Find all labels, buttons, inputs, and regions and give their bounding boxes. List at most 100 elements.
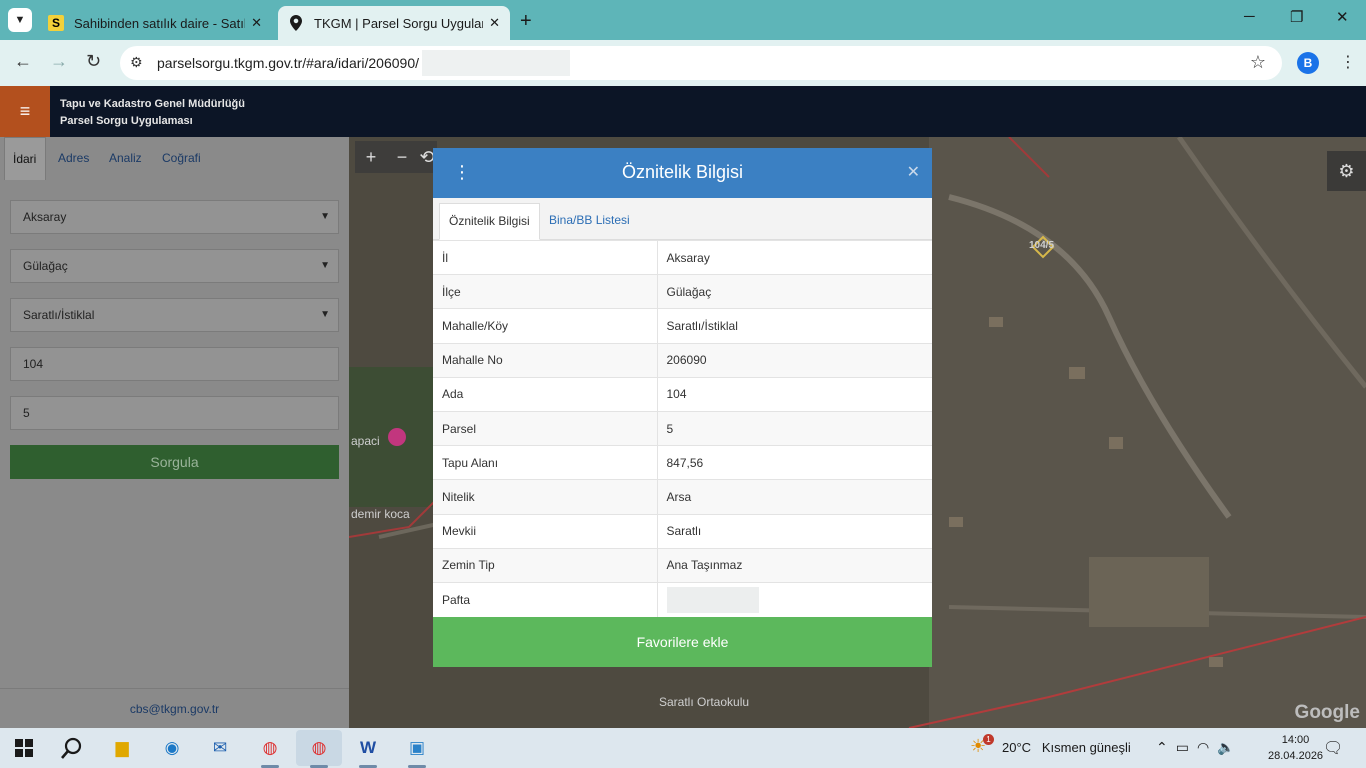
attribute-table: İl Aksaray İlçe Gülağaç Mahalle/Köy Saratlı…: [433, 239, 932, 617]
attr-value: Saratlı: [657, 513, 932, 549]
browser-tabbar: ▼ S Sahibinden satılık daire - Satılık ✕…: [0, 0, 1366, 40]
browser-menu-icon[interactable]: ⋮: [1340, 52, 1356, 72]
windows-start-icon[interactable]: [10, 734, 38, 762]
chevron-down-icon: ▼: [320, 211, 330, 222]
tab-bina-bb-listesi[interactable]: Bina/BB Listesi: [540, 203, 639, 240]
tab-search-button[interactable]: ▼: [8, 8, 32, 32]
attr-value: Aksaray: [657, 239, 932, 275]
ilce-value: Gülağaç: [23, 259, 68, 273]
location-pin-icon: [288, 15, 304, 31]
tab-oznitelik-bilgisi[interactable]: Öznitelik Bilgisi: [439, 203, 540, 240]
address-bar[interactable]: ⚙ parselsorgu.tkgm.gov.tr/#ara/idari/206…: [120, 46, 1282, 80]
zoom-out-button[interactable]: −: [386, 141, 418, 173]
gear-icon[interactable]: ⚙: [1327, 151, 1366, 191]
attr-value: Gülağaç: [657, 274, 932, 309]
outlook-icon[interactable]: ✉: [206, 734, 234, 762]
word-icon[interactable]: W: [354, 734, 382, 762]
back-arrow-icon[interactable]: ←: [14, 51, 32, 72]
place-label: apaci: [351, 434, 380, 448]
google-attribution: Google: [1294, 702, 1360, 723]
chevron-down-icon: ▼: [14, 14, 26, 26]
attr-key: Nitelik: [433, 479, 658, 514]
attr-key: Parsel: [433, 410, 658, 446]
weather-temp: 20°C: [1002, 740, 1032, 755]
attr-value: Ana Taşınmaz: [657, 547, 932, 583]
window-close-icon[interactable]: ✕: [1336, 8, 1349, 26]
bookmark-star-icon[interactable]: ☆: [1250, 52, 1266, 73]
organization-title: Tapu ve Kadastro Genel Müdürlüğü Parsel …: [60, 96, 245, 130]
attribute-dialog: ⋮ Öznitelik Bilgisi ✕ Öznitelik Bilgisi …: [433, 148, 932, 667]
sorgula-button[interactable]: Sorgula: [10, 445, 339, 479]
table-row: İl Aksaray: [433, 239, 932, 275]
photos-icon[interactable]: ▣: [403, 734, 431, 762]
tab-analiz[interactable]: Analiz: [105, 137, 146, 180]
wifi-icon[interactable]: ◠: [1197, 739, 1217, 755]
tab-adres[interactable]: Adres: [54, 137, 93, 180]
chevron-up-icon[interactable]: ⌃: [1156, 739, 1176, 755]
notification-icon[interactable]: 🗨: [1323, 738, 1343, 758]
tab-idari[interactable]: İdari: [4, 137, 46, 180]
browser-tab-sahibinden[interactable]: S Sahibinden satılık daire - Satılık ✕: [38, 6, 272, 40]
volume-icon[interactable]: 🔈: [1217, 739, 1242, 755]
contact-email-link[interactable]: cbs@tkgm.gov.tr: [0, 688, 349, 728]
tab-title: TKGM | Parsel Sorgu Uygulaması: [314, 15, 483, 31]
table-row: Mevkii Saratlı: [433, 513, 932, 549]
close-icon[interactable]: ✕: [907, 162, 920, 182]
attr-key: İl: [433, 239, 658, 275]
browser-tab-tkgm[interactable]: TKGM | Parsel Sorgu Uygulaması ✕: [278, 6, 510, 40]
file-explorer-icon[interactable]: ▆: [108, 734, 136, 762]
battery-icon[interactable]: ▭: [1176, 739, 1197, 755]
attr-key: Pafta: [433, 581, 658, 617]
chevron-down-icon: ▼: [320, 260, 330, 271]
query-tabs: İdari Adres Analiz Coğrafi: [0, 137, 349, 180]
attr-value: 104: [657, 376, 932, 412]
parsel-input[interactable]: 5: [10, 396, 339, 430]
dialog-tabs: Öznitelik Bilgisi Bina/BB Listesi: [433, 198, 932, 240]
attr-value: 206090: [657, 342, 932, 378]
hamburger-menu-icon[interactable]: ≡: [0, 86, 50, 137]
school-label: Saratlı Ortaokulu: [659, 695, 750, 709]
site-settings-icon[interactable]: ⚙: [130, 54, 143, 71]
reload-icon[interactable]: ↻: [86, 51, 101, 72]
attr-key: Zemin Tip: [433, 547, 658, 583]
edge-icon[interactable]: ◉: [158, 734, 186, 762]
add-to-favorites-button[interactable]: Favorilere ekle: [433, 617, 932, 667]
attr-key: Ada: [433, 376, 658, 412]
restore-icon[interactable]: ❐: [1290, 8, 1303, 26]
il-select[interactable]: Aksaray ▼: [10, 200, 339, 234]
zoom-in-button[interactable]: +: [355, 141, 387, 173]
mahalle-select[interactable]: Saratlı/İstiklal ▼: [10, 298, 339, 332]
attr-key: Mevkii: [433, 513, 658, 549]
clock-time: 14:00: [1281, 734, 1310, 746]
ada-input[interactable]: 104: [10, 347, 339, 381]
chevron-down-icon: ▼: [320, 309, 330, 320]
pafta-redaction: [666, 586, 759, 613]
attr-value: 847,56: [657, 445, 932, 480]
close-icon[interactable]: ✕: [251, 15, 262, 31]
minimize-icon[interactable]: ─: [1244, 8, 1255, 25]
weather-widget[interactable]: 20°C Kısmen güneşli: [1002, 740, 1131, 755]
url-text[interactable]: parselsorgu.tkgm.gov.tr/#ara/idari/20609…: [157, 55, 419, 71]
ada-value: 104: [23, 357, 44, 371]
table-row: Parsel 5: [433, 410, 932, 446]
chrome-icon[interactable]: ◍: [256, 734, 284, 762]
tab-cografi[interactable]: Coğrafi: [158, 137, 205, 180]
ilce-select[interactable]: Gülağaç ▼: [10, 249, 339, 283]
system-tray[interactable]: ⌃▭◠🔈: [1156, 739, 1243, 756]
search-icon[interactable]: [58, 734, 86, 762]
new-tab-button[interactable]: +: [520, 10, 532, 33]
org-name: Tapu ve Kadastro Genel Müdürlüğü: [60, 98, 245, 110]
sahibinden-favicon: S: [48, 15, 64, 31]
attr-value: 5: [657, 410, 932, 446]
app-header: ≡ Tapu ve Kadastro Genel Müdürlüğü Parse…: [0, 86, 1366, 137]
app-name: Parsel Sorgu Uygulaması: [60, 115, 193, 127]
query-panel: İdari Adres Analiz Coğrafi Aksaray ▼ Gül…: [0, 137, 349, 728]
chrome-profile-icon[interactable]: ◍: [305, 734, 333, 762]
close-icon[interactable]: ✕: [489, 15, 500, 31]
profile-avatar[interactable]: B: [1297, 52, 1319, 74]
clock-date: 28.04.2026: [1268, 750, 1324, 762]
table-row: Tapu Alanı 847,56: [433, 445, 932, 480]
clock[interactable]: 14:00 28.04.2026: [1268, 732, 1323, 764]
parcel-label: 104/5: [1029, 240, 1055, 251]
forward-arrow-icon[interactable]: →: [50, 51, 68, 72]
